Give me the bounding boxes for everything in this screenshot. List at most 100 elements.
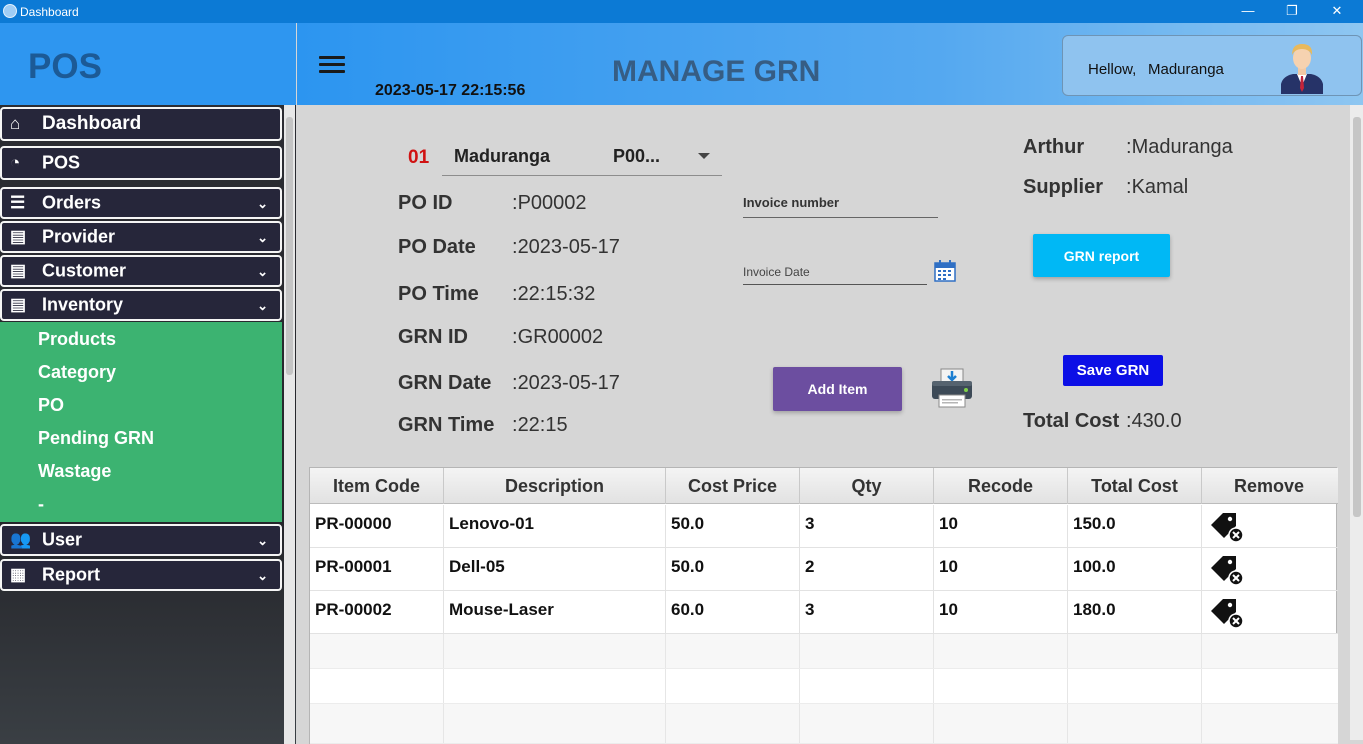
remove-tag-icon[interactable] bbox=[1209, 554, 1245, 586]
cell-qty: 3 bbox=[800, 591, 934, 633]
sidebar-item-inventory[interactable]: ▤ Inventory ⌄ bbox=[0, 289, 282, 321]
total-cost-value: :430.0 bbox=[1126, 410, 1182, 432]
printer-icon[interactable] bbox=[929, 367, 975, 409]
sidebar-item-label: Provider bbox=[42, 226, 116, 247]
table-row[interactable]: PR-00001 Dell-05 50.0 2 10 100.0 bbox=[310, 548, 1338, 591]
cell-item-code: PR-00002 bbox=[310, 591, 444, 633]
username-text: Maduranga bbox=[1148, 61, 1224, 78]
po-id-label: PO ID bbox=[398, 192, 453, 214]
chevron-down-icon: ⌄ bbox=[257, 532, 268, 548]
po-select[interactable]: Maduranga P00... bbox=[442, 137, 722, 176]
column-header-remove[interactable]: Remove bbox=[1202, 468, 1336, 504]
grn-report-button[interactable]: GRN report bbox=[1033, 234, 1170, 277]
sidebar-item-label: User bbox=[42, 529, 83, 550]
sidebar-item-customer[interactable]: ▤ Customer ⌄ bbox=[0, 255, 282, 287]
user-panel: Hellow, Maduranga bbox=[1062, 35, 1362, 96]
table-row[interactable]: PR-00002 Mouse-Laser 60.0 3 10 180.0 bbox=[310, 591, 1338, 634]
sidebar-item-dashboard[interactable]: ⌂ Dashboard bbox=[0, 107, 282, 141]
supplier-value: :Kamal bbox=[1126, 176, 1189, 198]
page-title: MANAGE GRN bbox=[612, 55, 821, 88]
po-id-value: :P00002 bbox=[512, 192, 587, 214]
cell-cost-price: 60.0 bbox=[666, 591, 800, 633]
column-header-cost-price[interactable]: Cost Price bbox=[666, 468, 800, 504]
cell-description: Mouse-Laser bbox=[444, 591, 666, 633]
submenu-item-dash[interactable]: - bbox=[38, 494, 44, 515]
scrollbar-thumb[interactable] bbox=[286, 117, 293, 375]
brand-panel: POS bbox=[0, 23, 296, 105]
app-icon bbox=[3, 4, 17, 18]
cell-recode: 10 bbox=[934, 548, 1068, 590]
invoice-number-field[interactable]: Invoice number bbox=[743, 187, 938, 218]
window-title: Dashboard bbox=[20, 5, 79, 19]
po-time-label: PO Time bbox=[398, 283, 479, 305]
grn-id-label: GRN ID bbox=[398, 326, 468, 348]
submenu-item-wastage[interactable]: Wastage bbox=[38, 461, 111, 482]
sidebar-item-label: Orders bbox=[42, 192, 102, 213]
cell-item-code: PR-00001 bbox=[310, 548, 444, 590]
remove-tag-icon[interactable] bbox=[1209, 597, 1245, 629]
sidebar-item-label: Inventory bbox=[42, 294, 124, 315]
table-row[interactable]: PR-00000 Lenovo-01 50.0 3 10 150.0 bbox=[310, 505, 1338, 548]
remove-tag-icon[interactable] bbox=[1209, 511, 1245, 543]
report-icon: ▦ bbox=[10, 565, 27, 584]
chevron-down-icon[interactable] bbox=[698, 153, 710, 159]
calendar-icon[interactable] bbox=[934, 260, 956, 282]
sidebar: POS ⌂ Dashboard ◔ POS ☰ Orders ⌄ ▤ Provi… bbox=[0, 23, 296, 744]
chevron-down-icon: ⌄ bbox=[257, 195, 268, 211]
arthur-value: :Maduranga bbox=[1126, 136, 1233, 158]
grn-time-label: GRN Time bbox=[398, 414, 495, 436]
minimize-button[interactable]: — bbox=[1225, 0, 1271, 23]
inventory-submenu: Products Category PO Pending GRN Wastage… bbox=[0, 322, 282, 522]
sidebar-item-pos[interactable]: ◔ POS bbox=[0, 146, 282, 180]
submenu-item-products[interactable]: Products bbox=[38, 329, 116, 350]
sidebar-item-report[interactable]: ▦ Report ⌄ bbox=[0, 559, 282, 591]
save-grn-button[interactable]: Save GRN bbox=[1063, 355, 1163, 386]
cell-cost-price: 50.0 bbox=[666, 548, 800, 590]
wallet-icon: ▤ bbox=[10, 295, 27, 314]
submenu-item-category[interactable]: Category bbox=[38, 362, 116, 383]
column-header-qty[interactable]: Qty bbox=[800, 468, 934, 504]
main-scrollbar[interactable] bbox=[1350, 105, 1363, 740]
restore-button[interactable]: ❐ bbox=[1269, 0, 1315, 23]
scrollbar-thumb[interactable] bbox=[1353, 117, 1361, 517]
main-content: 01 Maduranga P00... PO ID :P00002 PO Dat… bbox=[297, 105, 1363, 744]
list-icon: ☰ bbox=[10, 193, 26, 212]
grn-date-label: GRN Date bbox=[398, 372, 492, 394]
cell-item-code: PR-00000 bbox=[310, 505, 444, 547]
arthur-label: Arthur bbox=[1023, 136, 1085, 158]
po-select-name: Maduranga bbox=[454, 146, 551, 166]
add-item-button[interactable]: Add Item bbox=[773, 367, 902, 411]
cell-total-cost: 150.0 bbox=[1068, 505, 1202, 547]
sidebar-item-user[interactable]: 👥 User ⌄ bbox=[0, 524, 282, 556]
po-date-value: :2023-05-17 bbox=[512, 236, 620, 258]
column-header-total-cost[interactable]: Total Cost bbox=[1068, 468, 1202, 504]
cell-description: Lenovo-01 bbox=[444, 505, 666, 547]
home-icon: ⌂ bbox=[10, 114, 21, 133]
po-date-label: PO Date bbox=[398, 236, 476, 258]
cell-recode: 10 bbox=[934, 591, 1068, 633]
sidebar-item-provider[interactable]: ▤ Provider ⌄ bbox=[0, 221, 282, 253]
users-icon: 👥 bbox=[10, 530, 32, 549]
close-button[interactable]: ✕ bbox=[1314, 0, 1360, 23]
cell-description: Dell-05 bbox=[444, 548, 666, 590]
sidebar-item-orders[interactable]: ☰ Orders ⌄ bbox=[0, 187, 282, 219]
hamburger-menu-icon[interactable] bbox=[319, 56, 345, 74]
avatar bbox=[1281, 44, 1323, 94]
submenu-item-po[interactable]: PO bbox=[38, 395, 64, 416]
sidebar-scrollbar[interactable] bbox=[284, 105, 295, 744]
grn-time-value: :22:15 bbox=[512, 414, 568, 436]
submenu-item-pending-grn[interactable]: Pending GRN bbox=[38, 428, 154, 449]
column-header-description[interactable]: Description bbox=[444, 468, 666, 504]
chevron-down-icon: ⌄ bbox=[257, 263, 268, 279]
cell-remove bbox=[1202, 548, 1338, 590]
chevron-down-icon: ⌄ bbox=[257, 229, 268, 245]
wallet-icon: ▤ bbox=[10, 261, 27, 280]
column-header-item-code[interactable]: Item Code bbox=[310, 468, 444, 504]
grn-date-value: :2023-05-17 bbox=[512, 372, 620, 394]
sidebar-item-label: Dashboard bbox=[42, 113, 142, 134]
total-cost-label: Total Cost bbox=[1023, 410, 1120, 432]
grn-id-value: :GR00002 bbox=[512, 326, 604, 348]
column-header-recode[interactable]: Recode bbox=[934, 468, 1068, 504]
invoice-date-field[interactable]: Invoice Date bbox=[743, 257, 927, 285]
app-logo: POS bbox=[28, 47, 102, 86]
